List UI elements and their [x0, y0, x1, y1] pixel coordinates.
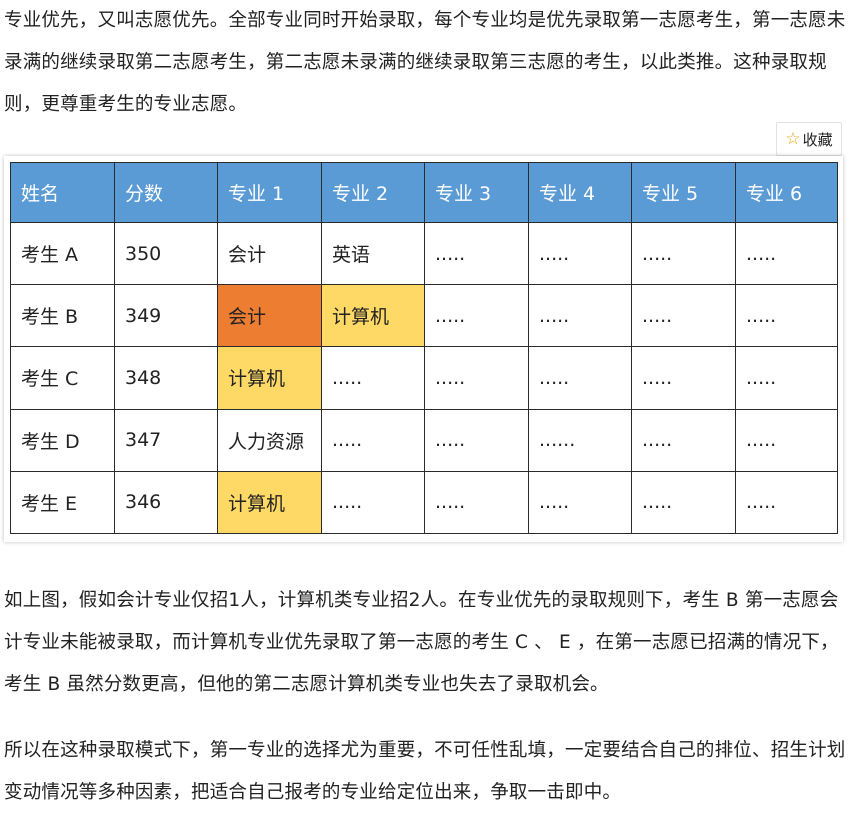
table-row: 考生 B 349 会计 计算机 ..... ..... ..... ..... — [10, 284, 838, 348]
major-choice: ..... — [528, 221, 632, 286]
explanation-paragraph: 如上图，假如会计专业仅招1人，计算机类专业招2人。在专业优先的录取规则下，考生 … — [4, 590, 839, 695]
major-choice: ..... — [424, 221, 529, 286]
table-row: 考生 A 350 会计 英语 ..... ..... ..... ..... — [10, 221, 838, 286]
student-name: 考生 A — [10, 221, 115, 286]
major-choice: ..... — [424, 470, 529, 535]
major-choice: ..... — [735, 470, 838, 535]
major-choice: ..... — [735, 221, 838, 286]
header-major-2: 专业 2 — [321, 162, 425, 223]
major-choice-rejected: 会计 — [217, 284, 322, 348]
table-image-frame: 姓名 分数 专业 1 专业 2 专业 3 专业 4 专业 5 专业 6 考生 A… — [4, 156, 843, 542]
major-choice: ...... — [528, 408, 632, 472]
star-icon: ☆ — [785, 128, 801, 149]
major-choice: 英语 — [321, 221, 425, 286]
header-name: 姓名 — [10, 162, 115, 223]
header-major-6: 专业 6 — [735, 162, 838, 223]
student-score: 350 — [114, 221, 218, 286]
major-choice: ..... — [631, 284, 736, 348]
table-row: 考生 C 348 计算机 ..... ..... ..... ..... ...… — [10, 346, 838, 410]
student-score: 349 — [114, 284, 218, 348]
admission-table: 姓名 分数 专业 1 专业 2 专业 3 专业 4 专业 5 专业 6 考生 A… — [10, 162, 838, 535]
header-major-1: 专业 1 — [217, 162, 322, 223]
table-row: 考生 D 347 人力资源 ..... ..... ...... ..... .… — [10, 408, 838, 472]
major-choice: ..... — [631, 408, 736, 472]
major-choice: ..... — [528, 284, 632, 348]
header-major-5: 专业 5 — [631, 162, 736, 223]
major-choice: ..... — [631, 346, 736, 410]
major-choice-highlighted: 计算机 — [217, 346, 322, 410]
collect-button[interactable]: ☆ 收藏 — [776, 122, 842, 156]
major-choice: 会计 — [217, 221, 322, 286]
header-major-3: 专业 3 — [424, 162, 529, 223]
major-choice: ..... — [735, 346, 838, 410]
major-choice: ..... — [528, 470, 632, 535]
major-choice: 人力资源 — [217, 408, 322, 472]
student-name: 考生 B — [10, 284, 115, 348]
header-score: 分数 — [114, 162, 218, 223]
major-choice: ..... — [424, 284, 529, 348]
conclusion-paragraph: 所以在这种录取模式下，第一专业的选择尤为重要，不可任性乱填，一定要结合自己的排位… — [4, 740, 846, 803]
student-name: 考生 D — [10, 408, 115, 472]
major-choice: ..... — [424, 346, 529, 410]
student-name: 考生 C — [10, 346, 115, 410]
major-choice: ..... — [321, 470, 425, 535]
major-choice: ..... — [631, 221, 736, 286]
major-choice: ..... — [631, 470, 736, 535]
major-choice-highlighted: 计算机 — [217, 470, 322, 535]
major-choice: ..... — [321, 346, 425, 410]
student-name: 考生 E — [10, 470, 115, 535]
major-choice: ..... — [424, 408, 529, 472]
major-choice-highlighted: 计算机 — [321, 284, 425, 348]
major-choice: ..... — [735, 408, 838, 472]
collect-label: 收藏 — [802, 130, 833, 149]
major-choice: ..... — [735, 284, 838, 348]
table-header-row: 姓名 分数 专业 1 专业 2 专业 3 专业 4 专业 5 专业 6 — [10, 162, 838, 223]
header-major-4: 专业 4 — [528, 162, 632, 223]
intro-paragraph: 专业优先，又叫志愿优先。全部专业同时开始录取，每个专业均是优先录取第一志愿考生，… — [4, 10, 846, 115]
major-choice: ..... — [321, 408, 425, 472]
student-score: 347 — [114, 408, 218, 472]
table-row: 考生 E 346 计算机 ..... ..... ..... ..... ...… — [10, 470, 838, 535]
student-score: 346 — [114, 470, 218, 535]
student-score: 348 — [114, 346, 218, 410]
major-choice: ..... — [528, 346, 632, 410]
